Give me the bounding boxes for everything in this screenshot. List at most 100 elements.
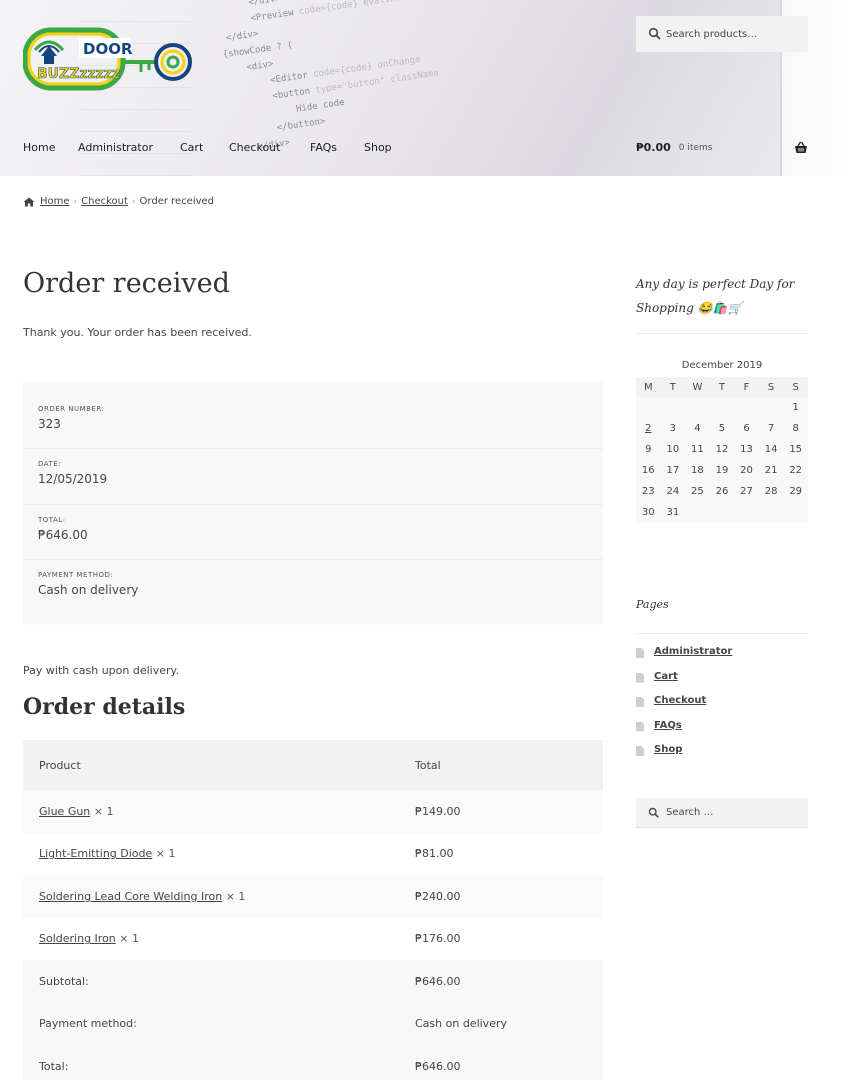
calendar-day: 20	[734, 460, 759, 481]
calendar-day: 23	[636, 481, 661, 502]
order-total-value: ₱646.00	[38, 528, 88, 542]
calendar-empty-cell	[709, 502, 735, 523]
calendar-empty-cell	[636, 397, 661, 418]
product-quantity: × 1	[225, 889, 246, 903]
nav-item-checkout[interactable]: Checkout	[229, 141, 310, 154]
calendar-day: 3	[660, 418, 686, 439]
product-search-field[interactable]: Search products…	[636, 16, 808, 52]
calendar-day: 14	[758, 439, 784, 460]
calendar-day: 25	[685, 481, 710, 502]
document-icon	[636, 721, 644, 732]
overview-zigzag-bottom	[23, 619, 603, 627]
page-link-cart[interactable]: Cart	[654, 671, 678, 682]
payment-method-row: PAYMENT METHOD: Cash on delivery	[23, 560, 603, 616]
total-label: Total:	[23, 1045, 399, 1080]
product-link[interactable]: Glue Gun	[39, 805, 90, 818]
calendar-weekday-row: MTWTFSS	[636, 377, 808, 397]
list-item: Checkout	[636, 695, 732, 720]
calendar-week-row: 9 10 11 12 13 14 15	[636, 439, 808, 460]
product-quantity: × 1	[155, 847, 176, 861]
calendar-day: 1	[783, 397, 808, 418]
page-link-shop[interactable]: Shop	[654, 744, 682, 755]
calendar-empty-cell	[758, 397, 784, 418]
nav-item-shop[interactable]: Shop	[364, 141, 414, 154]
product-cell: Light-Emitting Diode × 1	[23, 832, 399, 875]
calendar-caption: December 2019	[681, 360, 763, 371]
calendar-day: 6	[734, 418, 759, 439]
product-link[interactable]: Soldering Iron	[39, 932, 116, 945]
subtotal-row: Subtotal: ₱646.00	[23, 960, 603, 1003]
breadcrumb-current: Order received	[139, 196, 215, 207]
page-link-checkout[interactable]: Checkout	[654, 695, 706, 706]
document-icon	[636, 672, 644, 683]
calendar-day: 27	[734, 481, 759, 502]
breadcrumb: Home › Checkout › Order received	[23, 196, 214, 207]
product-link[interactable]: Soldering Lead Core Welding Iron	[39, 890, 222, 903]
product-cell: Soldering Iron × 1	[23, 917, 399, 960]
calendar-week-row: 16 17 18 19 20 21 22	[636, 460, 808, 481]
calendar-empty-cell	[783, 502, 808, 523]
product-quantity: × 1	[119, 932, 139, 946]
logo-word-door: DOOR	[83, 40, 133, 58]
product-link[interactable]: Light-Emitting Diode	[39, 847, 152, 860]
page-link-administrator[interactable]: Administrator	[654, 646, 732, 657]
table-row: Soldering Iron × 1 ₱176.00	[23, 917, 603, 960]
breadcrumb-separator: ›	[73, 196, 78, 207]
search-icon	[648, 27, 661, 40]
calendar-weekday: M	[636, 377, 661, 397]
payment-method-footer-label: Payment method:	[23, 1002, 399, 1045]
nav-item-home[interactable]: Home	[23, 141, 78, 154]
product-total: ₱81.00	[399, 832, 603, 875]
calendar-widget: December 2019 MTWTFSS 1 2 3 4 5 6 7 8 9 10 11 12 13 1…	[636, 357, 808, 523]
pages-widget-title: Pages	[636, 598, 669, 611]
calendar-day: 7	[758, 418, 784, 439]
calendar-day: 11	[685, 439, 710, 460]
calendar-day: 26	[709, 481, 735, 502]
calendar-empty-cell	[734, 502, 759, 523]
calendar-weekday: S	[758, 377, 784, 397]
search-icon	[648, 807, 659, 818]
document-icon	[636, 697, 644, 707]
product-total: ₱240.00	[399, 875, 603, 918]
pages-list: Administrator Cart Checkout FAQs Shop	[636, 646, 732, 769]
calendar-day: 28	[758, 481, 784, 502]
order-number-row: ORDER NUMBER: 323	[23, 394, 603, 449]
total-value: ₱646.00	[399, 1045, 603, 1080]
sidebar-search-field[interactable]: Search …	[636, 798, 808, 828]
calendar-day: 13	[734, 439, 759, 460]
breadcrumb-checkout-link[interactable]: Checkout	[81, 196, 128, 207]
calendar-day: 4	[685, 418, 710, 439]
product-total: ₱149.00	[399, 790, 603, 833]
order-thankyou-message: Thank you. Your order has been received.	[23, 326, 252, 339]
calendar-day-link[interactable]: 2	[645, 423, 651, 434]
payment-method-footer-row: Payment method: Cash on delivery	[23, 1002, 603, 1045]
order-details-title: Order details	[23, 694, 186, 720]
page-link-faqs[interactable]: FAQs	[654, 720, 682, 731]
calendar-week-row: 30 31	[636, 502, 808, 523]
calendar-day: 19	[709, 460, 735, 481]
cart-amount: ₱0.00	[636, 141, 671, 154]
calendar-table: MTWTFSS 1 2 3 4 5 6 7 8 9 10 11 12 13 14 15 16 17 18 19 20 2…	[636, 377, 808, 523]
product-cell: Soldering Lead Core Welding Iron × 1	[23, 875, 399, 918]
page-title: Order received	[23, 268, 230, 299]
header-cart[interactable]: ₱0.00 0 items	[636, 141, 808, 154]
order-date-row: DATE: 12/05/2019	[23, 449, 603, 505]
calendar-day: 29	[783, 481, 808, 502]
product-quantity: × 1	[93, 804, 114, 818]
calendar-day: 9	[636, 439, 661, 460]
nav-item-administrator[interactable]: Administrator	[78, 141, 180, 154]
nav-item-cart[interactable]: Cart	[180, 141, 229, 154]
calendar-day: 31	[660, 502, 686, 523]
product-search-placeholder: Search products…	[666, 28, 758, 40]
product-total: ₱176.00	[399, 917, 603, 960]
site-logo[interactable]: DOOR BUZZzzzzz	[22, 26, 195, 96]
logo-word-buzz: BUZZzzzzz	[37, 66, 121, 83]
list-item: Administrator	[636, 646, 732, 671]
order-number-value: 323	[38, 417, 61, 431]
list-item: Shop	[636, 744, 732, 769]
calendar-weekday: S	[783, 377, 808, 397]
breadcrumb-home-link[interactable]: Home	[40, 196, 70, 207]
nav-item-faqs[interactable]: FAQs	[310, 141, 364, 154]
order-date-label: DATE:	[38, 460, 62, 468]
sidebar-divider	[636, 633, 808, 634]
